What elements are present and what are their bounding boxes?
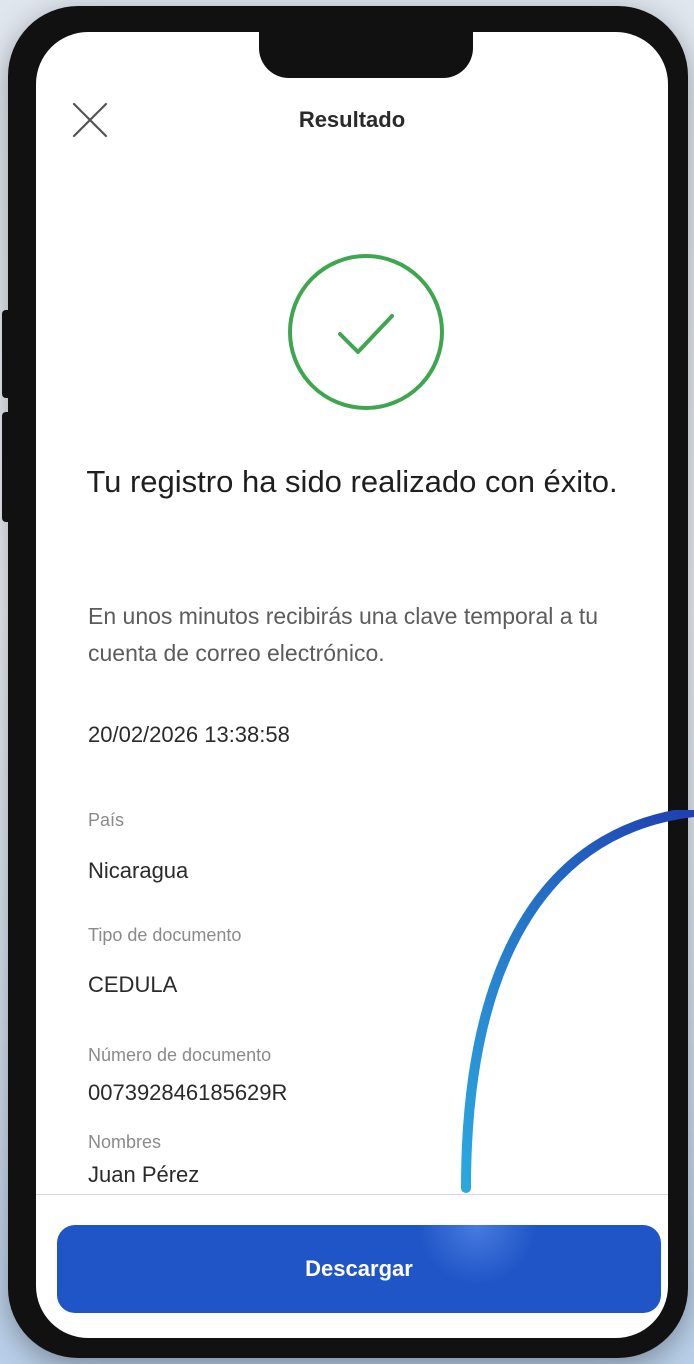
download-button-label: Descargar — [305, 1256, 413, 1281]
page-title: Resultado — [298, 107, 406, 132]
field-label-document-type: Tipo de documento — [88, 925, 242, 945]
footer-divider — [36, 1194, 668, 1195]
download-button[interactable]: Descargar — [57, 1225, 661, 1313]
field-label-document-number: Número de documento — [88, 1045, 272, 1065]
side-button-upper — [2, 310, 12, 398]
field-label-names: Nombres — [88, 1132, 162, 1152]
field-value-country: Nicaragua — [88, 858, 189, 883]
button-glow — [417, 1225, 537, 1285]
success-headline: Tu registro ha sido realizado con éxito. — [86, 464, 618, 499]
field-value-document-number: 007392846185629R — [88, 1080, 288, 1105]
phone-notch — [259, 32, 473, 78]
field-value-names: Juan Pérez — [88, 1162, 200, 1187]
success-message: En unos minutos recibirás una clave temp… — [88, 603, 599, 666]
field-label-country: País — [88, 810, 125, 830]
check-circle-icon — [284, 250, 448, 414]
side-button-lower — [2, 412, 12, 522]
timestamp: 20/02/2026 13:38:58 — [88, 722, 290, 747]
app-screen: Resultado Tu registro ha sido realizado … — [36, 32, 668, 1338]
field-value-document-type: CEDULA — [88, 972, 178, 997]
phone-frame: Resultado Tu registro ha sido realizado … — [8, 6, 688, 1358]
